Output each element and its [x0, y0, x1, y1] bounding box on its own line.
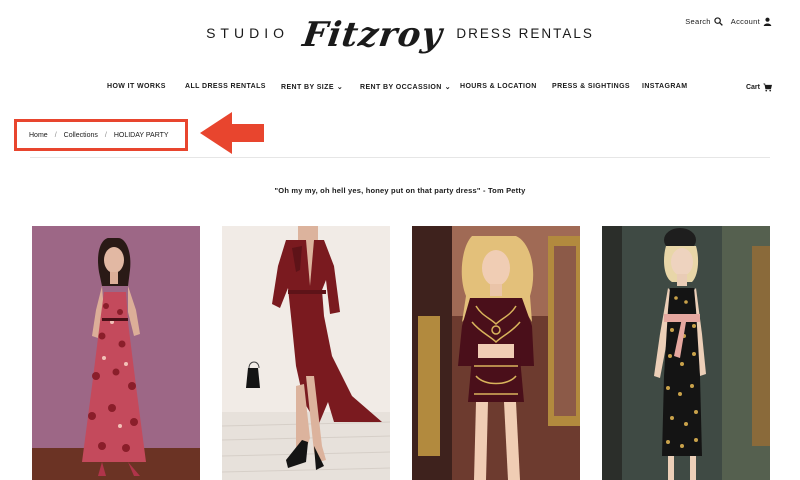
divider [30, 157, 770, 158]
chevron-down-icon: ⌄ [336, 84, 344, 91]
breadcrumb-separator: / [104, 131, 107, 139]
breadcrumb-separator: / [54, 131, 57, 139]
product-card[interactable] [222, 226, 390, 480]
cart-label: Cart [745, 84, 760, 91]
product-card[interactable] [602, 226, 770, 480]
nav-rent-by-occasion[interactable]: RENT BY OCCASSION ⌄ [360, 83, 451, 91]
product-card[interactable] [32, 226, 200, 480]
floral-maxi-dress-photo [32, 226, 200, 480]
chevron-down-icon: ⌄ [444, 84, 452, 91]
polka-dot-slip-dress-photo [602, 226, 770, 480]
site-logo[interactable]: STUDIO Fitzroy DRESS RENTALS [0, 14, 800, 55]
cart-link[interactable]: Cart [746, 83, 772, 92]
product-card[interactable] [412, 226, 580, 480]
red-velvet-wrap-dress-photo [222, 226, 390, 480]
collection-quote: "Oh my my, oh hell yes, honey put on tha… [274, 186, 526, 195]
nav-instagram[interactable]: INSTAGRAM [642, 83, 687, 90]
product-grid [0, 226, 800, 480]
logo-dress-rentals: DRESS RENTALS [456, 25, 594, 41]
nav-label: PRESS & SIGHTINGS [552, 83, 630, 90]
breadcrumb-home[interactable]: Home [29, 132, 48, 139]
nav-hours-location[interactable]: HOURS & LOCATION [460, 83, 537, 90]
nav-label: HOW IT WORKS [107, 83, 166, 90]
nav-all-dress-rentals[interactable]: ALL DRESS RENTALS [185, 83, 266, 90]
cart-icon [763, 83, 772, 92]
logo-studio: STUDIO [206, 25, 289, 41]
arrow-left-icon [200, 112, 264, 154]
logo-script: Fitzroy [300, 15, 446, 55]
breadcrumb: Home / Collections / HOLIDAY PARTY [14, 119, 188, 151]
embroidered-velvet-set-photo [412, 226, 580, 480]
nav-label: INSTAGRAM [642, 83, 688, 90]
nav-how-it-works[interactable]: HOW IT WORKS [107, 83, 166, 90]
nav-label: HOURS & LOCATION [460, 83, 537, 90]
nav-rent-by-size[interactable]: RENT BY SIZE ⌄ [281, 83, 343, 91]
nav-label: ALL DRESS RENTALS [185, 83, 266, 90]
breadcrumb-current: HOLIDAY PARTY [113, 131, 169, 139]
breadcrumb-collections[interactable]: Collections [64, 132, 98, 139]
nav-press-sightings[interactable]: PRESS & SIGHTINGS [552, 83, 630, 90]
nav-label: RENT BY SIZE [281, 84, 334, 91]
main-nav: HOW IT WORKS ALL DRESS RENTALS RENT BY S… [0, 83, 800, 95]
nav-label: RENT BY OCCASSION [360, 84, 442, 91]
